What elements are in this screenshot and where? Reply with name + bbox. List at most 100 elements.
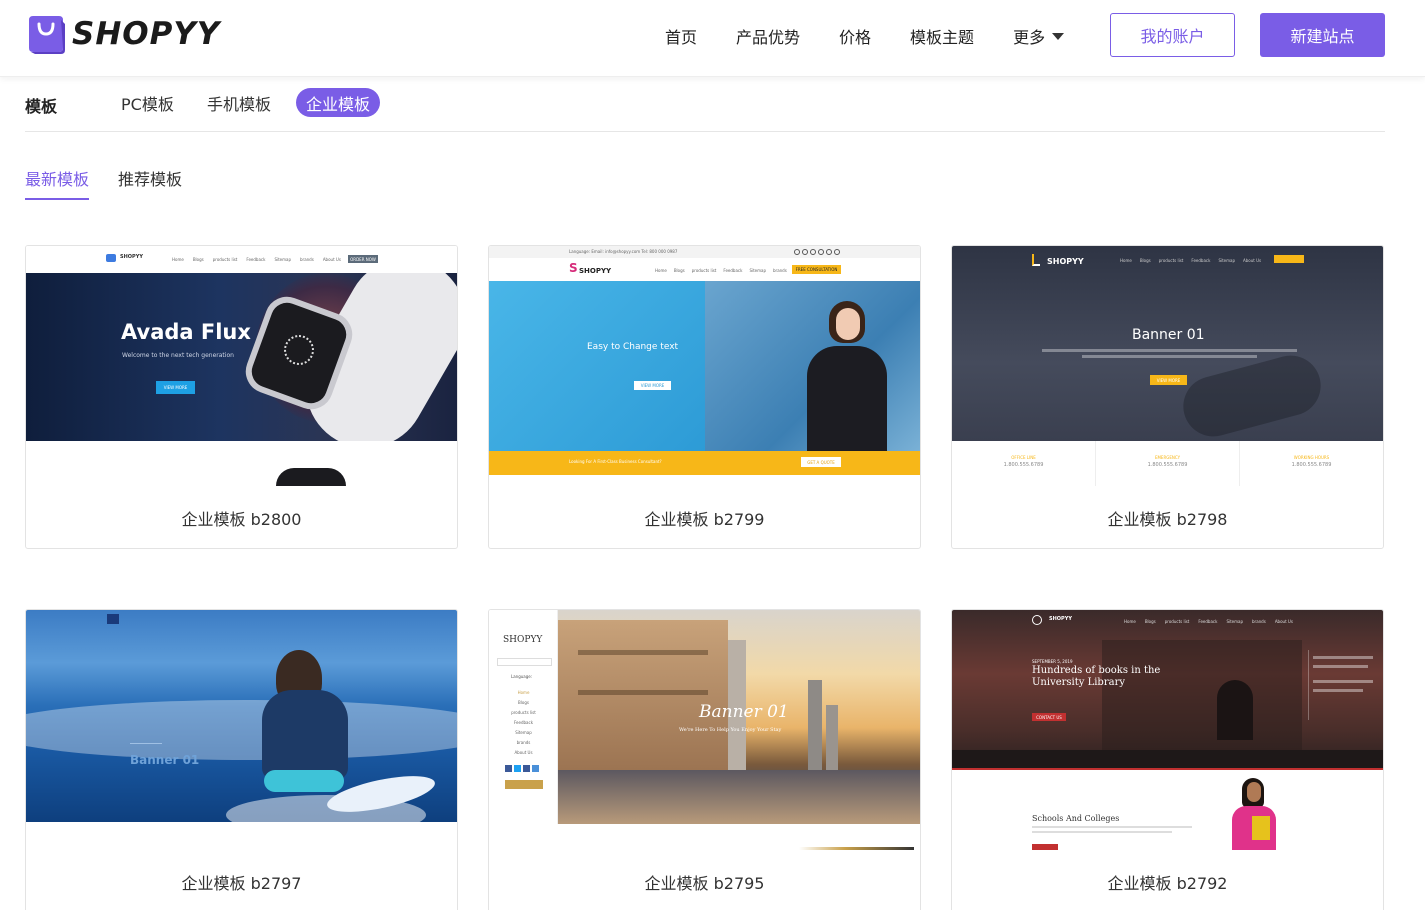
- template-card[interactable]: SHOPYY Home Blogs products list Feedback…: [25, 245, 458, 549]
- divider: [130, 743, 162, 744]
- preview-nav-item: brands: [1252, 619, 1266, 624]
- contact-value: 1.800.555.6789: [1291, 462, 1332, 468]
- student-face: [1247, 782, 1261, 802]
- building-image: [558, 620, 728, 770]
- preview-button: VIEW MORE: [156, 381, 195, 394]
- tab-mobile-templates[interactable]: 手机模板: [207, 88, 271, 117]
- hero-banner: [952, 246, 1383, 441]
- preview-nav-item: Home: [1120, 258, 1132, 263]
- template-card[interactable]: SHOPYY Home Blogs products list Feedback…: [951, 609, 1384, 910]
- preview-nav-item: About Us: [1243, 258, 1262, 263]
- preview-nav: Home Blogs products list Feedback Sitema…: [655, 268, 812, 273]
- person-suit: [807, 346, 887, 451]
- preview-paragraph: [1082, 355, 1257, 358]
- preview-section-title: Schools And Colleges: [1032, 814, 1120, 823]
- my-account-button[interactable]: 我的账户: [1110, 13, 1235, 57]
- preview-brand: SHOPYY: [120, 254, 143, 260]
- template-card[interactable]: SHOPYY Home Blogs products list Feedback…: [951, 245, 1384, 549]
- preview-paragraph: [1032, 826, 1192, 828]
- nav-themes[interactable]: 模板主题: [910, 24, 974, 48]
- social-icons: [794, 249, 840, 255]
- preview-button: CONTACT US: [1032, 713, 1066, 721]
- water-reflection: [558, 770, 920, 824]
- person-swimwear: [264, 770, 344, 792]
- hero-left-panel: [489, 281, 705, 451]
- preview-brand: SHOPYY: [579, 267, 612, 275]
- nav-advantages[interactable]: 产品优势: [736, 24, 800, 48]
- preview-menu-item: Blogs: [518, 700, 529, 705]
- preview-nav-item: Sitemap: [1218, 258, 1236, 263]
- preview-menu-item: About Us: [514, 750, 533, 755]
- preview-menu: Home Blogs products list Feedback Sitema…: [489, 688, 558, 758]
- preview-button: VIEW MORE: [1150, 375, 1187, 385]
- template-preview: Banner 01: [26, 610, 457, 850]
- preview-nav-item: Blogs: [1144, 619, 1156, 624]
- template-name[interactable]: 企业模板 b2799: [489, 506, 920, 530]
- preview-paragraph: [1042, 349, 1297, 352]
- category-label: 模板: [25, 97, 58, 116]
- nav-more[interactable]: 更多: [1013, 24, 1065, 48]
- template-preview: SHOPYY Home Blogs products list Feedback…: [952, 610, 1383, 850]
- brand-icon: [106, 254, 116, 262]
- top-header: SHOPYY 首页 产品优势 价格 模板主题 更多 我的账户 新建站点: [0, 0, 1425, 77]
- preview-strip-button: GET A QUOTE: [801, 457, 841, 467]
- preview-headline: Avada Flux: [121, 320, 251, 344]
- preview-nav-item: Sitemap: [274, 257, 292, 262]
- caret-down-icon: [1052, 32, 1065, 40]
- nav-home[interactable]: 首页: [665, 24, 697, 48]
- template-name[interactable]: 企业模板 b2798: [952, 506, 1383, 530]
- template-card[interactable]: Banner 01 企业模板 b2797: [25, 609, 458, 910]
- shopping-bag-icon: [25, 14, 67, 54]
- new-site-button[interactable]: 新建站点: [1260, 13, 1385, 57]
- preview-headline: Banner 01: [130, 753, 200, 767]
- template-name[interactable]: 企业模板 b2795: [489, 870, 920, 894]
- archway-image: [1217, 680, 1253, 740]
- preview-nav-item: About Us: [1274, 619, 1293, 624]
- brand-icon: [1032, 615, 1042, 625]
- preview-nav-item: Feedback: [1191, 258, 1211, 263]
- preview-strip-text: Looking For A First-Class Business Consu…: [569, 459, 662, 464]
- template-name[interactable]: 企业模板 b2800: [26, 506, 457, 530]
- tab-enterprise-templates[interactable]: 企业模板: [296, 88, 380, 117]
- template-card[interactable]: SHOPYY Language: Home Blogs products lis…: [488, 609, 921, 910]
- template-name[interactable]: 企业模板 b2792: [952, 870, 1383, 894]
- template-name[interactable]: 企业模板 b2797: [26, 870, 457, 894]
- contact-label: WORKING HOURS: [1293, 455, 1330, 460]
- preview-paragraph: [1032, 831, 1172, 833]
- preview-headline: Hundreds of books in the University Libr…: [1032, 665, 1161, 688]
- preview-nav-item: products list: [1164, 619, 1190, 624]
- brand-s-icon: S: [569, 261, 578, 275]
- preview-nav-item: Home: [655, 268, 667, 273]
- template-card[interactable]: Language: Email: info@shopyy.com Tel: 80…: [488, 245, 921, 549]
- hero-banner: [26, 610, 457, 822]
- contact-label: OFFICE LINE: [1011, 455, 1036, 460]
- preview-brand: SHOPYY: [503, 635, 543, 645]
- main-nav: 首页 产品优势 价格 模板主题 更多: [665, 24, 1065, 48]
- preview-nav-item: Home: [1124, 619, 1136, 624]
- tab-pc-templates[interactable]: PC模板: [121, 88, 174, 117]
- contact-value: 1.800.555.6789: [1147, 462, 1188, 468]
- social-icons: [505, 765, 539, 772]
- preview-cta: ORDER NOW: [348, 255, 378, 263]
- nav-more-label: 更多: [1013, 28, 1046, 47]
- template-preview: SHOPYY Language: Home Blogs products lis…: [489, 610, 920, 850]
- contact-value: 1.800.555.6789: [1003, 462, 1044, 468]
- preview-nav-item: Feedback: [1198, 619, 1218, 624]
- contact-label: EMERGENCY: [1154, 455, 1181, 460]
- preview-nav-item: Blogs: [1139, 258, 1151, 263]
- tab-latest[interactable]: 最新模板: [25, 166, 90, 200]
- logo[interactable]: SHOPYY: [25, 14, 220, 54]
- preview-headline: Banner 01: [1132, 327, 1205, 343]
- preview-nav-item: Feedback: [723, 268, 743, 273]
- preview-nav-item: Blogs: [673, 268, 685, 273]
- tab-recommended[interactable]: 推荐模板: [118, 166, 182, 200]
- brand-icon: [107, 614, 119, 624]
- cta-strip: [489, 451, 920, 475]
- preview-menu-item: Sitemap: [515, 730, 532, 735]
- nav-pricing[interactable]: 价格: [839, 24, 871, 48]
- preview-language: Language:: [511, 674, 533, 679]
- news-sidebar: [1308, 650, 1376, 720]
- preview-nav-item: products list: [212, 257, 238, 262]
- logo-text: SHOPYY: [72, 16, 221, 52]
- preview-brand: SHOPYY: [1049, 616, 1072, 622]
